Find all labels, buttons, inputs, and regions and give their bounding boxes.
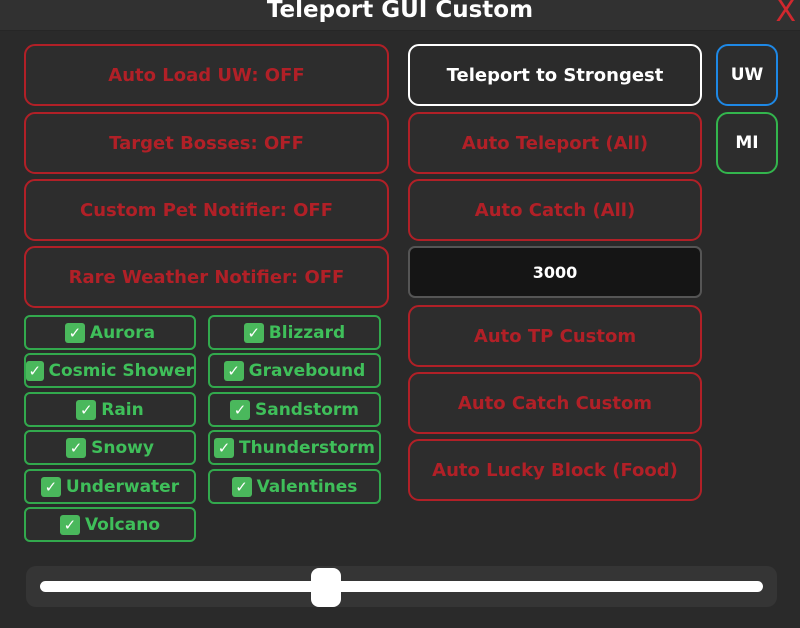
auto-load-uw-button[interactable]: Auto Load UW: OFF (24, 44, 389, 106)
auto-teleport-all-button[interactable]: Auto Teleport (All) (408, 112, 702, 174)
weather-check-underwater[interactable]: ✓ Underwater (24, 469, 196, 504)
uw-button[interactable]: UW (716, 44, 778, 106)
auto-catch-custom-button[interactable]: Auto Catch Custom (408, 372, 702, 434)
rare-weather-notifier-button[interactable]: Rare Weather Notifier: OFF (24, 246, 389, 308)
checkmark-icon: ✓ (243, 322, 264, 343)
checkmark-icon: ✓ (59, 514, 80, 535)
mi-button[interactable]: MI (716, 112, 778, 174)
weather-check-label: Thunderstorm (238, 437, 375, 458)
checkmark-icon: ✓ (223, 360, 244, 381)
checkmark-icon: ✓ (213, 437, 234, 458)
slider-handle[interactable] (310, 568, 341, 607)
weather-check-snowy[interactable]: ✓ Snowy (24, 430, 196, 465)
teleport-to-strongest-button[interactable]: Teleport to Strongest (408, 44, 702, 106)
close-icon[interactable]: X (775, 0, 796, 28)
checkmark-icon: ✓ (40, 476, 61, 497)
weather-check-label: Gravebound (248, 360, 366, 381)
slider-track[interactable] (40, 581, 763, 592)
weather-check-label: Cosmic Shower (48, 360, 194, 381)
checkmark-icon: ✓ (26, 360, 44, 381)
weather-check-sandstorm[interactable]: ✓ Sandstorm (208, 392, 381, 427)
auto-tp-custom-button[interactable]: Auto TP Custom (408, 305, 702, 367)
weather-check-label: Rain (101, 399, 144, 420)
weather-check-cosmic-shower[interactable]: ✓ Cosmic Shower (24, 353, 196, 388)
checkmark-icon: ✓ (76, 399, 97, 420)
weather-check-blizzard[interactable]: ✓ Blizzard (208, 315, 381, 350)
weather-check-label: Aurora (89, 322, 156, 343)
weather-check-thunderstorm[interactable]: ✓ Thunderstorm (208, 430, 381, 465)
weather-check-rain[interactable]: ✓ Rain (24, 392, 196, 427)
weather-check-label: Valentines (256, 476, 358, 497)
weather-check-volcano[interactable]: ✓ Volcano (24, 507, 196, 542)
weather-check-label: Volcano (84, 514, 161, 535)
checkmark-icon: ✓ (231, 476, 252, 497)
slider[interactable] (26, 566, 777, 607)
amount-input[interactable]: 3000 (408, 246, 702, 298)
auto-lucky-block-button[interactable]: Auto Lucky Block (Food) (408, 439, 702, 501)
custom-pet-notifier-button[interactable]: Custom Pet Notifier: OFF (24, 179, 389, 241)
checkmark-icon: ✓ (66, 437, 87, 458)
weather-check-label: Underwater (65, 476, 180, 497)
title-bar: Teleport GUI Custom X (0, 0, 800, 31)
window-title: Teleport GUI Custom (266, 0, 534, 23)
weather-check-aurora[interactable]: ✓ Aurora (24, 315, 196, 350)
auto-catch-all-button[interactable]: Auto Catch (All) (408, 179, 702, 241)
weather-check-label: Sandstorm (254, 399, 359, 420)
weather-check-valentines[interactable]: ✓ Valentines (208, 469, 381, 504)
weather-check-label: Snowy (91, 437, 154, 458)
checkmark-icon: ✓ (229, 399, 250, 420)
weather-check-label: Blizzard (268, 322, 346, 343)
target-bosses-button[interactable]: Target Bosses: OFF (24, 112, 389, 174)
checkmark-icon: ✓ (64, 322, 85, 343)
weather-check-gravebound[interactable]: ✓ Gravebound (208, 353, 381, 388)
